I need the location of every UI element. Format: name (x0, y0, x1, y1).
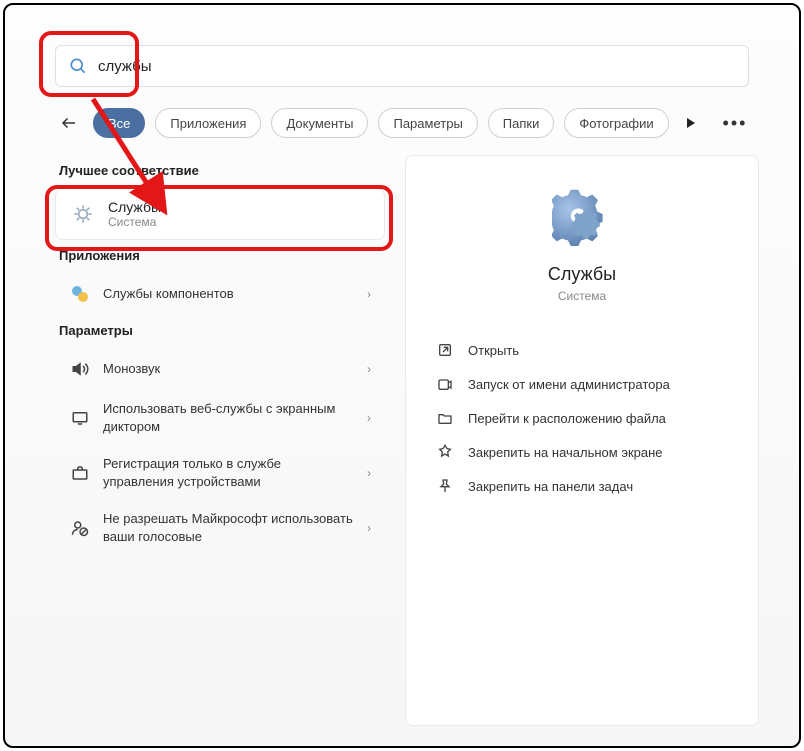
app-result-item[interactable]: Службы компонентов › (55, 273, 385, 315)
shield-icon (436, 375, 454, 393)
folder-icon (436, 409, 454, 427)
settings-result-label: Использовать веб-службы с экранным дикто… (103, 400, 355, 435)
filter-chip-settings[interactable]: Параметры (378, 108, 477, 138)
action-pin-start[interactable]: Закрепить на начальном экране (426, 435, 738, 469)
search-icon (68, 56, 88, 76)
settings-result-label: Регистрация только в службе управления у… (103, 455, 355, 490)
filter-chip-folders[interactable]: Папки (488, 108, 555, 138)
settings-result-label: Монозвук (103, 360, 355, 378)
action-open-file-location[interactable]: Перейти к расположению файла (426, 401, 738, 435)
chevron-right-icon: › (367, 466, 371, 480)
settings-result-item[interactable]: Монозвук › (55, 348, 385, 390)
best-match-result[interactable]: Службы Система (55, 188, 385, 240)
best-match-title: Службы (108, 199, 161, 215)
filter-chip-photos[interactable]: Фотографии (564, 108, 668, 138)
detail-subtitle: Система (558, 289, 606, 303)
action-label: Перейти к расположению файла (468, 411, 666, 426)
results-column: Лучшее соответствие Службы Система Пр (55, 155, 385, 726)
section-title-settings: Параметры (55, 315, 385, 348)
settings-result-item[interactable]: Регистрация только в службе управления у… (55, 445, 385, 500)
start-search-panel: Все Приложения Документы Параметры Папки… (3, 3, 801, 748)
search-input[interactable] (98, 58, 736, 75)
settings-result-item[interactable]: Не разрешать Майкрософт использовать ваш… (55, 500, 385, 555)
display-icon (69, 407, 91, 429)
action-run-as-admin[interactable]: Запуск от имени администратора (426, 367, 738, 401)
action-label: Запуск от имени администратора (468, 377, 670, 392)
pin-icon (436, 443, 454, 461)
chevron-right-icon: › (367, 521, 371, 535)
best-match-subtitle: Система (108, 215, 161, 229)
section-title-apps: Приложения (55, 240, 385, 273)
overflow-menu-button[interactable]: ••• (721, 113, 749, 134)
services-gear-icon (70, 201, 96, 227)
search-bar[interactable] (55, 45, 749, 87)
filter-chip-documents[interactable]: Документы (271, 108, 368, 138)
detail-title: Службы (548, 264, 616, 285)
play-icon (686, 118, 696, 128)
filter-row: Все Приложения Документы Параметры Папки… (55, 105, 749, 141)
action-label: Открыть (468, 343, 519, 358)
action-label: Закрепить на начальном экране (468, 445, 663, 460)
action-open[interactable]: Открыть (426, 333, 738, 367)
chevron-right-icon: › (367, 411, 371, 425)
services-large-gear-icon (552, 186, 612, 246)
action-pin-taskbar[interactable]: Закрепить на панели задач (426, 469, 738, 503)
action-label: Закрепить на панели задач (468, 479, 633, 494)
chevron-right-icon: › (367, 287, 371, 301)
filter-more-button[interactable] (679, 118, 703, 128)
speaker-icon (69, 358, 91, 380)
component-services-icon (69, 283, 91, 305)
settings-result-item[interactable]: Использовать веб-службы с экранным дикто… (55, 390, 385, 445)
briefcase-icon (69, 462, 91, 484)
person-block-icon (69, 517, 91, 539)
pin-icon (436, 477, 454, 495)
filter-chip-apps[interactable]: Приложения (155, 108, 261, 138)
detail-pane: Службы Система Открыть Запуск от имени а… (405, 155, 759, 726)
back-button[interactable] (55, 109, 83, 137)
open-icon (436, 341, 454, 359)
arrow-left-icon (60, 114, 78, 132)
chevron-right-icon: › (367, 362, 371, 376)
app-result-label: Службы компонентов (103, 285, 355, 303)
filter-chip-all[interactable]: Все (93, 108, 145, 138)
settings-result-label: Не разрешать Майкрософт использовать ваш… (103, 510, 355, 545)
section-title-best-match: Лучшее соответствие (55, 155, 385, 188)
